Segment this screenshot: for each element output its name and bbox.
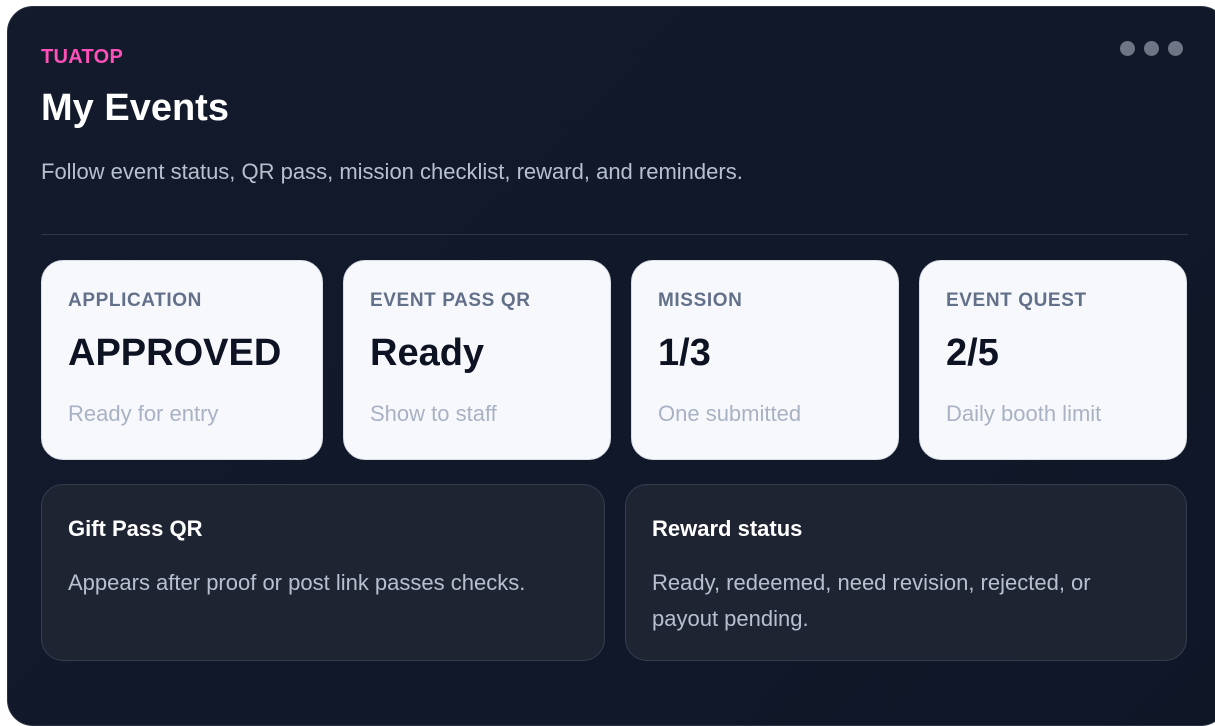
divider	[41, 234, 1188, 235]
stat-label: MISSION	[658, 290, 743, 311]
my-events-panel: TUATOP My Events Follow event status, QR…	[7, 6, 1215, 726]
info-body: Ready, redeemed, need revision, rejected…	[652, 570, 1091, 631]
info-title: Gift Pass QR	[68, 516, 203, 541]
page-subtitle: Follow event status, QR pass, mission ch…	[41, 159, 743, 184]
stat-value: Ready	[370, 332, 485, 374]
more-dots-icon[interactable]	[1120, 41, 1183, 56]
stat-note: One submitted	[658, 401, 802, 426]
dot-icon	[1120, 41, 1135, 56]
stat-note: Ready for entry	[68, 401, 219, 426]
stat-value: 2/5	[946, 332, 999, 374]
stat-label: APPLICATION	[68, 290, 202, 311]
stat-value: APPROVED	[68, 332, 282, 374]
dot-icon	[1144, 41, 1159, 56]
application-status-card: APPLICATION APPROVED Ready for entry	[41, 260, 323, 460]
brand-label: TUATOP	[41, 46, 124, 68]
event-pass-qr-card: EVENT PASS QR Ready Show to staff	[343, 260, 611, 460]
stat-value: 1/3	[658, 332, 711, 374]
gift-pass-qr-card: Gift Pass QR Appears after proof or post…	[41, 484, 605, 661]
stat-label: EVENT QUEST	[946, 290, 1087, 311]
stat-label: EVENT PASS QR	[370, 290, 531, 311]
mission-card: MISSION 1/3 One submitted	[631, 260, 899, 460]
dot-icon	[1168, 41, 1183, 56]
info-title: Reward status	[652, 516, 803, 541]
stat-note: Show to staff	[370, 401, 497, 426]
stat-note: Daily booth limit	[946, 401, 1102, 426]
page-title: My Events	[41, 87, 229, 129]
event-quest-card: EVENT QUEST 2/5 Daily booth limit	[919, 260, 1187, 460]
reward-status-card: Reward status Ready, redeemed, need revi…	[625, 484, 1187, 661]
info-body: Appears after proof or post link passes …	[68, 570, 526, 595]
